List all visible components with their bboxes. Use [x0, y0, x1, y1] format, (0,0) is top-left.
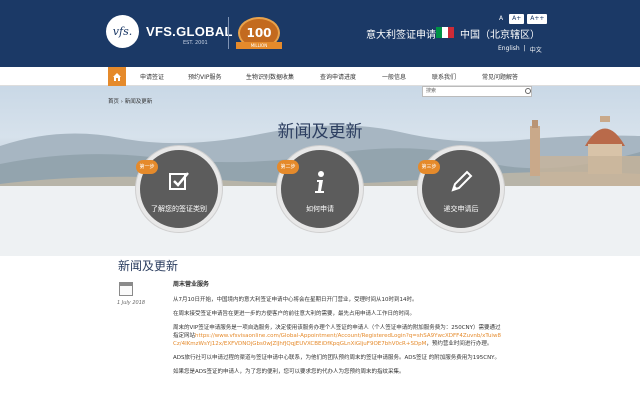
article-title: 周末营业服务: [173, 281, 210, 288]
header-divider: [228, 17, 229, 49]
nav-general-info[interactable]: 一般信息: [382, 72, 406, 81]
article-paragraph-with-link: 周末的VIP签证申请服务是一项自选服务，决定使用该服务办理个人签证的申请人（个人…: [173, 324, 503, 348]
nav-biometrics[interactable]: 生物识别数据收集: [246, 72, 294, 81]
lang-english-link[interactable]: English: [498, 45, 520, 54]
news-article: 周末营业服务 从7月10日开始，中国境内的意大利签证申请中心将会在星期日开门营业…: [173, 281, 503, 382]
font-size-large-button[interactable]: A+: [509, 14, 525, 24]
lang-separator: |: [523, 45, 526, 52]
step-badge: 第三步: [418, 160, 440, 174]
badge-ribbon: MILLION: [236, 42, 282, 49]
language-switcher: English | 中文: [498, 45, 542, 54]
article-paragraph: 从7月10日开始，中国境内的意大利签证申请中心将会在星期日开门营业，受理时间从1…: [173, 297, 418, 303]
article-paragraph: 在周末接受签证申请旨在更进一步的方便客户的前往意大利的需要，最先占用申请人工作日…: [173, 311, 416, 317]
breadcrumb: 首页 › 新闻及更新: [108, 99, 153, 105]
vfs-logo[interactable]: vfs.: [106, 15, 139, 48]
step-label: 了解您的签证类别: [151, 205, 207, 213]
step-label: 如何申请: [306, 205, 334, 213]
italy-flag-icon: [436, 27, 454, 38]
step-label: 递交申请后: [443, 205, 479, 213]
logo-text: vfs.: [112, 25, 133, 38]
hero-banner: 首页 › 新闻及更新 搜索 新闻及更新 了解您的签证类别 第一步 如何申请 第二…: [0, 86, 640, 256]
calendar-icon: [119, 282, 133, 296]
nav-apply-visa[interactable]: 申请签证: [140, 72, 164, 81]
badge-number: 100: [246, 26, 272, 40]
home-icon: [113, 72, 121, 81]
flag-stripe-red: [448, 27, 454, 38]
article-paragraph: ADS旅行社可以申请过程的渠道与签证申请中心联系，为他们的团队预约周末的签证申请…: [173, 355, 501, 361]
search-input[interactable]: 搜索: [422, 86, 532, 97]
section-title: 新闻及更新: [118, 259, 179, 273]
nav-vip-appointment[interactable]: 预约VIP服务: [188, 72, 222, 81]
site-header: vfs. VFS.GLOBAL EST. 2001 100 MILLION 意大…: [0, 0, 640, 67]
nav-track-application[interactable]: 查询申请进度: [320, 72, 356, 81]
nav-contact-us[interactable]: 联系我们: [432, 72, 456, 81]
step-badge: 第二步: [277, 160, 299, 174]
lang-chinese-link[interactable]: 中文: [530, 45, 542, 54]
step-card-how-to-apply[interactable]: 如何申请: [277, 146, 363, 232]
header-title: 意大利签证申请: [366, 30, 436, 41]
step-card-visa-category[interactable]: 了解您的签证类别: [136, 146, 222, 232]
home-button[interactable]: [108, 67, 126, 86]
page: vfs. VFS.GLOBAL EST. 2001 100 MILLION 意大…: [0, 0, 640, 409]
nav-faq[interactable]: 常见问题解答: [482, 72, 518, 81]
font-size-controls: A A+ A++: [496, 14, 548, 24]
brand-name: VFS.GLOBAL: [146, 24, 233, 39]
article-text: ，预约营业时间进行办理。: [426, 341, 493, 347]
brand-established: EST. 2001: [183, 40, 208, 46]
article-paragraph: 如果您是ADS签证的申请人，为了您的便利，您可以要求您的代办人为您预约周末的指纹…: [173, 369, 405, 375]
font-size-normal-button[interactable]: A: [496, 14, 506, 24]
header-country: 中国（北京辖区）: [460, 30, 540, 41]
search-icon[interactable]: [525, 88, 531, 94]
page-title: 新闻及更新: [277, 122, 363, 142]
news-date: 1 July 2018: [117, 300, 146, 306]
step-badge: 第一步: [136, 160, 158, 174]
font-size-xlarge-button[interactable]: A++: [527, 14, 548, 24]
main-nav: 申请签证 预约VIP服务 生物识别数据收集 查询申请进度 一般信息 联系我们 常…: [0, 67, 640, 86]
step-card-after-submission[interactable]: 递交申请后: [418, 146, 504, 232]
